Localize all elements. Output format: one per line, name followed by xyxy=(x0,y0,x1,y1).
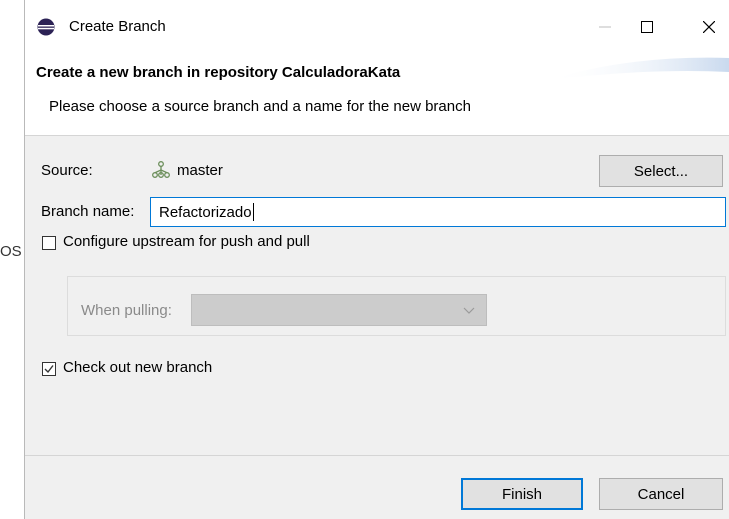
source-label: Source: xyxy=(41,162,93,179)
background-window: OS xyxy=(0,0,24,519)
select-button[interactable]: Select... xyxy=(599,155,723,187)
configure-upstream-checkbox[interactable] xyxy=(42,236,56,250)
title-bar[interactable]: Create Branch xyxy=(25,0,729,50)
branch-icon xyxy=(152,161,170,178)
minimize-button[interactable] xyxy=(585,12,625,42)
close-icon xyxy=(703,21,715,33)
text-caret xyxy=(252,203,254,221)
banner-decoration xyxy=(549,57,729,80)
eclipse-icon xyxy=(37,18,55,36)
maximize-button[interactable] xyxy=(627,12,667,42)
minimize-icon xyxy=(599,26,611,28)
source-branch: master xyxy=(151,160,223,180)
footer-separator xyxy=(25,455,729,456)
maximize-icon xyxy=(641,21,653,33)
checkout-checkbox[interactable] xyxy=(42,362,56,376)
create-branch-dialog: Create Branch Create a new branch in rep… xyxy=(24,0,729,519)
branch-name-value: Refactorizado xyxy=(159,203,252,221)
close-button[interactable] xyxy=(689,12,729,42)
background-window-text: OS xyxy=(0,243,22,260)
wizard-banner: Create a new branch in repository Calcul… xyxy=(25,50,729,136)
branch-name-label: Branch name: xyxy=(41,203,135,220)
branch-name-input[interactable]: Refactorizado xyxy=(150,197,726,227)
checkout-label[interactable]: Check out new branch xyxy=(63,359,212,376)
checkmark-icon xyxy=(44,365,54,374)
finish-button[interactable]: Finish xyxy=(461,478,583,510)
screen: OS Create Branch Create a new branch in … xyxy=(0,0,729,519)
chevron-down-icon xyxy=(463,307,475,314)
configure-upstream-label[interactable]: Configure upstream for push and pull xyxy=(63,233,310,250)
when-pulling-select xyxy=(191,294,487,326)
window-title: Create Branch xyxy=(69,18,166,35)
banner-title: Create a new branch in repository Calcul… xyxy=(36,64,401,81)
when-pulling-label: When pulling: xyxy=(81,302,172,319)
banner-message: Please choose a source branch and a name… xyxy=(49,98,471,115)
source-branch-name: master xyxy=(177,161,223,179)
cancel-button[interactable]: Cancel xyxy=(599,478,723,510)
